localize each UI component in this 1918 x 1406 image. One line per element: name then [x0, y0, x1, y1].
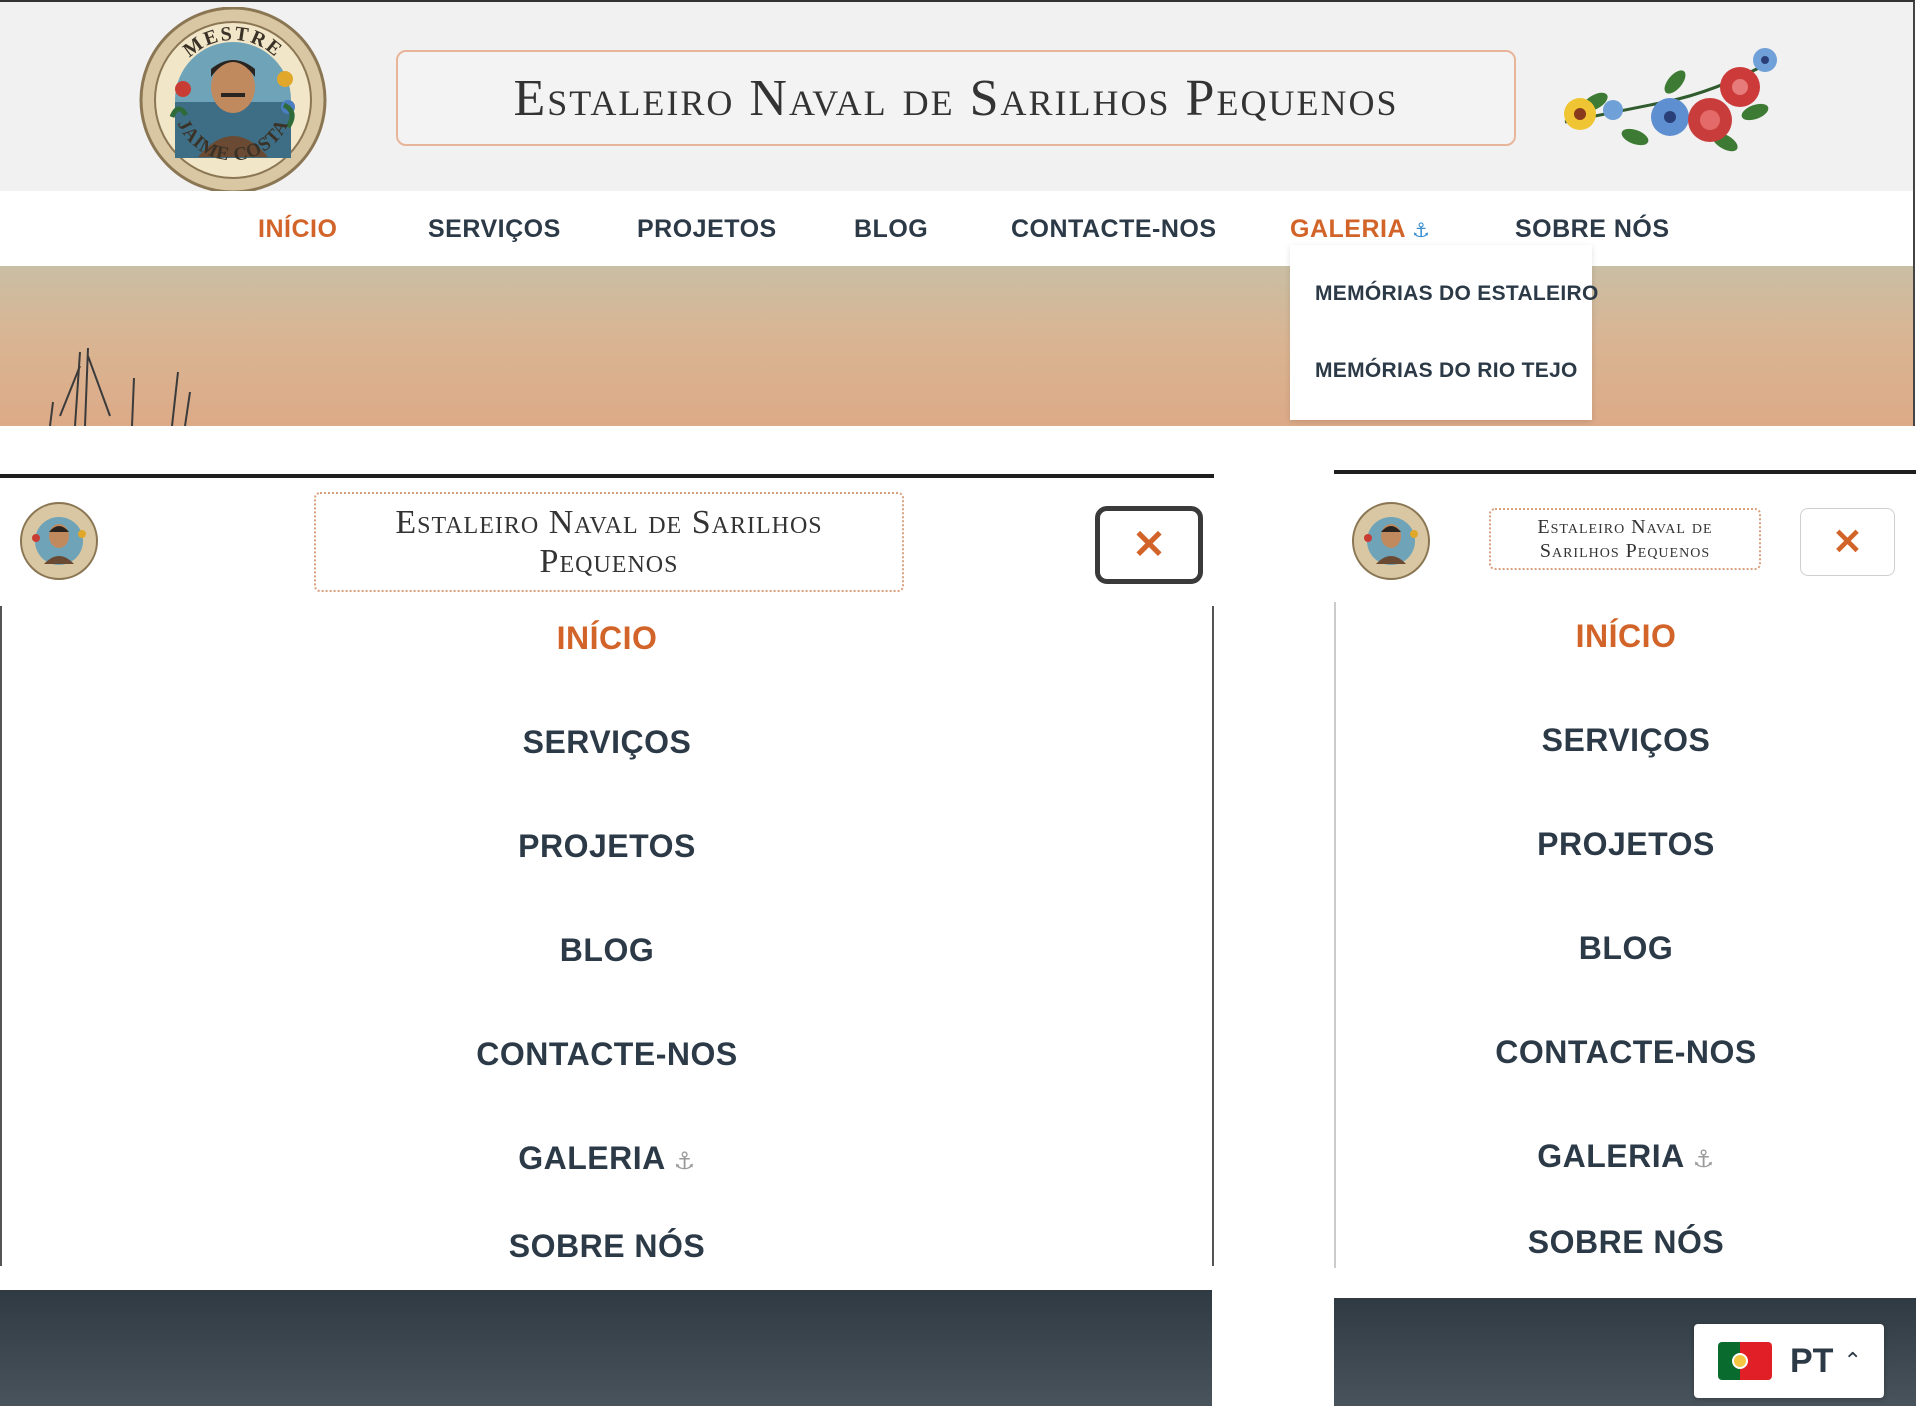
anchor-icon: ⚓ [673, 1148, 696, 1175]
nav-item-blog[interactable]: BLOG [854, 215, 928, 244]
desktop-view: MESTRE JAIME COSTA Estaleiro Naval de Sa… [0, 0, 1918, 426]
mobile-nav-blog[interactable]: BLOG [2, 932, 1212, 969]
site-title-box[interactable]: Estaleiro Naval de Sarilhos Pequenos [396, 50, 1516, 146]
mobile-nav-inicio[interactable]: INÍCIO [2, 620, 1212, 657]
nav-item-sobre[interactable]: SOBRE NÓS [1515, 215, 1670, 244]
mobile-nav-servicos[interactable]: SERVIÇOS [1336, 722, 1916, 759]
language-selector[interactable]: PT ⌃ [1694, 1324, 1884, 1398]
anchor-icon: ⚓ [1692, 1146, 1715, 1173]
hero-banner [0, 266, 1915, 426]
mobile-nav-contacte[interactable]: CONTACTE-NOS [2, 1036, 1212, 1073]
site-title-line1: Estaleiro Naval de [1537, 516, 1713, 538]
close-menu-button[interactable]: ✕ [1800, 508, 1895, 576]
close-icon: ✕ [1132, 523, 1166, 567]
mobile-header: Estaleiro Naval de Sarilhos Pequenos ✕ [0, 478, 1214, 606]
boat-masts-icon [49, 347, 191, 426]
mobile-nav-blog[interactable]: BLOG [1336, 930, 1916, 967]
decorative-flowers-icon [1564, 48, 1777, 152]
mobile-menu-panel-small: Estaleiro Naval de Sarilhos Pequenos ✕ I… [1334, 470, 1916, 1406]
mobile-nav-list: INÍCIO SERVIÇOS PROJETOS BLOG CONTACTE-N… [1334, 602, 1916, 1268]
mobile-nav-galeria-label: GALERIA [518, 1140, 666, 1176]
close-icon: ✕ [1832, 521, 1863, 562]
mobile-nav-projetos[interactable]: PROJETOS [1336, 826, 1916, 863]
mobile-nav-galeria[interactable]: GALERIA ⚓ [1336, 1138, 1916, 1175]
mobile-nav-projetos[interactable]: PROJETOS [2, 828, 1212, 865]
galeria-dropdown: MEMÓRIAS DO ESTALEIRO MEMÓRIAS DO RIO TE… [1290, 245, 1598, 420]
nav-item-projetos[interactable]: PROJETOS [637, 215, 777, 244]
mobile-nav-galeria-label: GALERIA [1537, 1138, 1685, 1174]
site-title-line2: Sarilhos Pequenos [1539, 540, 1711, 562]
logo-medallion-icon[interactable] [20, 502, 98, 580]
mobile-nav-galeria[interactable]: GALERIA ⚓ [2, 1140, 1212, 1177]
mobile-nav-list: INÍCIO SERVIÇOS PROJETOS BLOG CONTACTE-N… [0, 606, 1214, 1266]
mobile-nav-contacte[interactable]: CONTACTE-NOS [1336, 1034, 1916, 1071]
mobile-nav-servicos[interactable]: SERVIÇOS [2, 724, 1212, 761]
mobile-nav-sobre[interactable]: SOBRE NÓS [2, 1228, 1212, 1265]
nav-item-servicos[interactable]: SERVIÇOS [428, 215, 561, 244]
chevron-up-icon: ⌃ [1843, 1348, 1862, 1373]
mobile-nav-sobre[interactable]: SOBRE NÓS [1336, 1224, 1916, 1261]
nav-item-contacte[interactable]: CONTACTE-NOS [1011, 215, 1217, 244]
logo-medallion-icon[interactable]: MESTRE JAIME COSTA [138, 7, 328, 193]
mobile-footer [0, 1290, 1212, 1406]
desktop-header: MESTRE JAIME COSTA Estaleiro Naval de Sa… [0, 0, 1915, 193]
site-title: Estaleiro Naval de Sarilhos Pequenos [513, 69, 1399, 127]
mobile-header: Estaleiro Naval de Sarilhos Pequenos ✕ [1334, 474, 1916, 602]
anchor-icon: ⚓ [1412, 219, 1431, 242]
submenu-memorias-estaleiro[interactable]: MEMÓRIAS DO ESTALEIRO [1315, 282, 1599, 306]
nav-item-galeria[interactable]: GALERIA ⚓ [1290, 215, 1430, 244]
nav-item-inicio[interactable]: INÍCIO [258, 215, 337, 244]
site-title-line1: Estaleiro Naval de Sarilhos [395, 503, 823, 541]
portugal-flag-icon [1718, 1342, 1772, 1380]
mobile-menu-panel-large: Estaleiro Naval de Sarilhos Pequenos ✕ I… [0, 474, 1214, 1406]
logo-medallion-icon[interactable] [1352, 502, 1430, 580]
close-menu-button[interactable]: ✕ [1095, 506, 1203, 584]
site-title-line2: Pequenos [539, 543, 679, 580]
site-title-box[interactable]: Estaleiro Naval de Sarilhos Pequenos [1489, 508, 1761, 570]
submenu-memorias-rio-tejo[interactable]: MEMÓRIAS DO RIO TEJO [1315, 359, 1578, 383]
language-code: PT [1790, 1341, 1834, 1380]
mobile-nav-inicio[interactable]: INÍCIO [1336, 618, 1916, 655]
nav-item-galeria-label: GALERIA [1290, 215, 1406, 243]
desktop-nav: INÍCIO SERVIÇOS PROJETOS BLOG CONTACTE-N… [0, 191, 1915, 266]
site-title-box[interactable]: Estaleiro Naval de Sarilhos Pequenos [314, 492, 904, 592]
